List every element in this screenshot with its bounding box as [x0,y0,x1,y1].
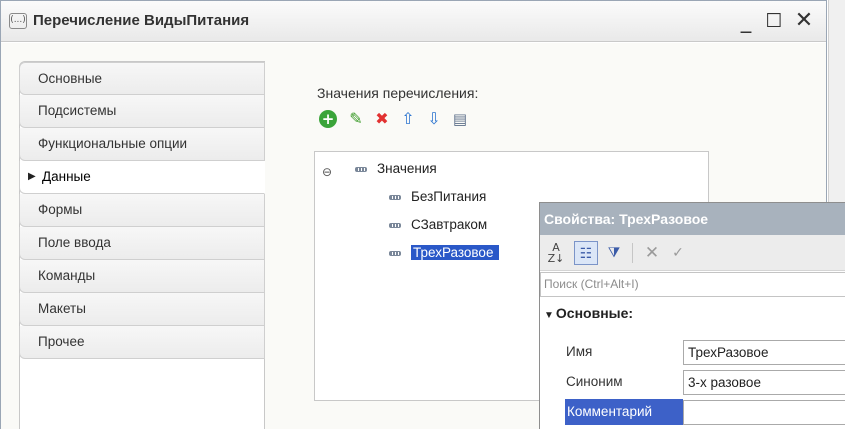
tab-dannye[interactable]: ▶ Данные [19,161,265,194]
properties-toolbar: A Z↓ ☷ ⧩ ✕ ✓ [540,235,845,271]
tab-label: Поле ввода [38,235,111,250]
tree-root-label: Значения [377,161,437,176]
tab-osnovnye[interactable]: Основные [19,62,265,95]
tree-item-label: ТрехРазовое [411,245,500,260]
tab-label: Данные [42,169,91,184]
tree-item[interactable]: БезПитания [389,186,486,208]
properties-group-header[interactable]: ▼ Основные: [544,305,633,321]
tree-item[interactable]: СЗавтраком [389,214,487,236]
toolbar-divider [632,243,633,263]
tab-label: Функциональные опции [38,136,188,151]
tab-podsistemy[interactable]: Подсистемы [19,95,265,128]
property-row-name: Имя ТрехРазовое [540,337,845,367]
title-bar[interactable]: (...) Перечисление ВидыПитания _ ☐ ✕ [1,1,826,42]
tree-item-label: СЗавтраком [411,217,488,232]
tab-label: Прочее [38,334,85,349]
property-label: Имя [566,344,593,359]
enum-value-icon [355,166,367,172]
tab-label: Подсистемы [38,103,117,118]
enum-icon: (...) [9,13,27,29]
collapse-icon[interactable]: ⊖ [322,165,332,179]
edit-icon[interactable]: ✎ [345,108,367,130]
tab-komandy[interactable]: Команды [19,260,265,293]
apply-icon[interactable]: ✓ [666,241,690,265]
sort-alphabetical-icon[interactable]: A Z↓ [544,241,568,265]
tree-item-label: БезПитания [411,189,487,204]
tab-label: Макеты [38,301,86,316]
maximize-button[interactable]: ☐ [761,8,787,34]
tab-label: Команды [38,268,96,283]
active-tab-arrow-icon: ▶ [28,171,36,182]
tab-list: Основные Подсистемы Функциональные опции… [19,61,265,429]
tree-root[interactable]: Значения [355,158,437,180]
enum-value-icon [389,250,401,256]
delete-icon[interactable]: ✖ [371,108,393,130]
list-icon[interactable]: ▤ [449,108,471,130]
tab-label: Формы [38,202,83,217]
minimize-button[interactable]: _ [733,8,759,34]
move-up-icon[interactable]: ⇧ [397,108,419,130]
group-label: Основные: [555,305,634,321]
enum-value-icon [389,222,401,228]
filter-icon[interactable]: ⧩ [602,241,626,265]
tree-item-selected[interactable]: ТрехРазовое [389,242,500,264]
tab-prochee[interactable]: Прочее [19,326,265,359]
cancel-icon[interactable]: ✕ [640,241,664,265]
move-down-icon[interactable]: ⇩ [423,108,445,130]
tab-pole-vvoda[interactable]: Поле ввода [19,227,265,260]
properties-title[interactable]: Свойства: ТрехРазовое [540,203,845,235]
window-title: Перечисление ВидыПитания [33,12,250,29]
property-row-comment: Комментарий [540,397,845,427]
categorized-view-icon[interactable]: ☷ [574,241,598,265]
properties-search-input[interactable]: Поиск (Ctrl+Alt+I) [540,272,845,297]
properties-panel: Свойства: ТрехРазовое A Z↓ ☷ ⧩ ✕ ✓ Поиск … [539,202,845,429]
name-field[interactable]: ТрехРазовое [683,340,845,365]
tab-formy[interactable]: Формы [19,194,265,227]
close-button[interactable]: ✕ [791,8,817,34]
property-row-synonym: Синоним 3-х разовое [540,367,845,397]
synonym-field[interactable]: 3-х разовое [683,370,845,395]
property-label: Синоним [566,374,623,389]
property-label: Комментарий [565,399,683,425]
expand-triangle-icon: ▼ [544,310,554,321]
enum-value-icon [389,194,401,200]
tab-label: Основные [38,71,103,86]
values-section-label: Значения перечисления: [317,85,479,101]
comment-field[interactable] [683,400,845,425]
add-icon[interactable]: + [317,108,339,130]
tab-makety[interactable]: Макеты [19,293,265,326]
tab-funkcionalnye-opcii[interactable]: Функциональные опции [19,128,265,161]
